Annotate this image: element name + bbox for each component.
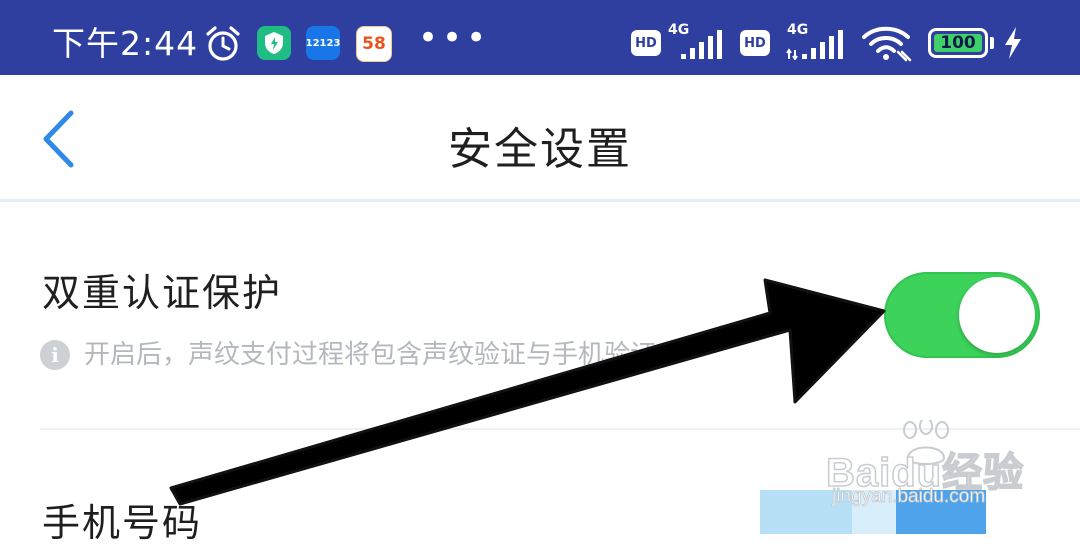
- traffic-app-icon: 12123: [306, 26, 340, 60]
- battery-tip: [990, 37, 994, 49]
- toggle-knob: [959, 277, 1035, 353]
- traffic-app-label: 12123: [305, 37, 341, 49]
- baidu-watermark: Baidu经验 jingyan.baidu.com: [825, 420, 1026, 510]
- shield-app-icon: [257, 26, 291, 60]
- wifi-icon: [862, 26, 912, 62]
- alarm-clock-icon: [206, 26, 240, 61]
- fiftyeight-app-label: 58: [362, 34, 386, 54]
- battery-level: 100: [934, 33, 982, 53]
- two-factor-toggle[interactable]: [884, 272, 1040, 358]
- more-notifications-icon: •••: [418, 18, 491, 58]
- two-factor-label: 双重认证保护: [42, 271, 283, 315]
- phone-number-label: 手机号码: [42, 501, 203, 545]
- fiftyeight-app-icon: 58: [356, 26, 392, 62]
- signal-strength-icon-2: [786, 30, 843, 60]
- navigation-header: 安全设置: [0, 75, 1080, 202]
- watermark-url: jingyan.baidu.com: [832, 486, 986, 508]
- page-title: 安全设置: [448, 124, 632, 175]
- hd-volte-badge-1: HD: [631, 30, 661, 56]
- battery-icon: 100: [928, 28, 988, 58]
- status-time: 下午2:44: [52, 24, 199, 63]
- info-icon: i: [40, 340, 70, 370]
- status-bar: 下午2:44 12123 58 ••• HD 4G HD 4G 100: [0, 0, 1080, 75]
- charging-bolt-icon: [1005, 27, 1021, 59]
- hd-volte-badge-2: HD: [740, 30, 770, 56]
- two-factor-hint: i 开启后，声纹支付过程将包含声纹验证与手机验证: [40, 338, 680, 372]
- two-factor-hint-text: 开启后，声纹支付过程将包含声纹验证与手机验证: [84, 340, 657, 370]
- signal-strength-icon-1: [681, 30, 722, 59]
